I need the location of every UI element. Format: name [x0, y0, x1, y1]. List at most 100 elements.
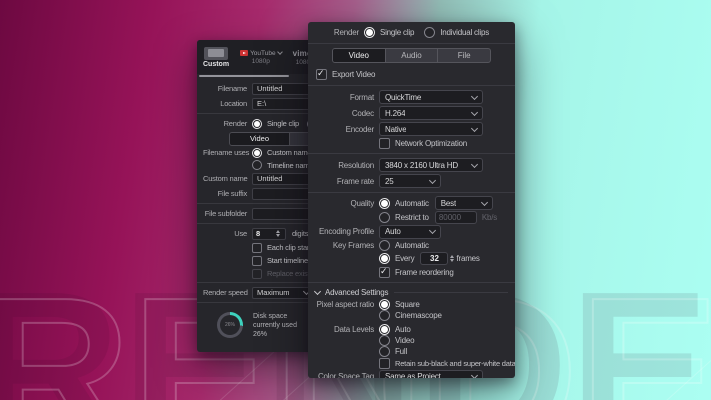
chevron-down-icon [313, 287, 322, 296]
tab-file[interactable]: File [438, 49, 490, 62]
data-levels-full-radio[interactable] [379, 346, 390, 357]
format-label: Format [349, 92, 374, 102]
divider [394, 292, 508, 293]
chevron-down-icon [480, 198, 488, 206]
advanced-settings-header[interactable]: Advanced Settings [308, 286, 515, 299]
quality-row: Quality Automatic Best [308, 196, 515, 210]
digits-suffix: digits [292, 229, 309, 238]
divider [308, 43, 515, 44]
codec-label: Codec [351, 108, 374, 118]
restrict-row: Restrict to 80000 Kb/s [308, 210, 515, 224]
preset-youtube[interactable]: YouTube 1080p [240, 49, 283, 65]
data-levels-full-label: Full [395, 347, 408, 356]
frame-reordering-checkbox[interactable] [379, 266, 390, 278]
data-levels-label: Data Levels [333, 325, 374, 334]
key-frames-automatic-radio[interactable] [379, 239, 390, 251]
encoding-profile-label: Encoding Profile [318, 227, 374, 236]
key-frames-automatic-label: Automatic [395, 240, 429, 250]
render-speed-dropdown[interactable]: Maximum [252, 286, 314, 299]
every-frames-input[interactable]: 32 [420, 251, 449, 265]
data-levels-auto-label: Auto [395, 325, 411, 334]
youtube-icon [240, 50, 249, 56]
preset-scrollbar[interactable] [199, 75, 289, 77]
square-label: Square [395, 300, 420, 309]
back-single-clip-radio[interactable] [252, 118, 262, 129]
chevron-down-icon [428, 176, 437, 184]
restrict-input[interactable]: 80000 [434, 210, 477, 224]
color-space-tag-row: Color Space Tag Same as Project [308, 369, 515, 378]
codec-dropdown[interactable]: H.264 [379, 106, 483, 120]
resolution-label: Resolution [338, 160, 374, 170]
retain-checkbox[interactable] [379, 357, 390, 369]
key-frames-every-row: Every 32 frames [308, 251, 515, 265]
data-levels-group: Data Levels Auto Video Full [308, 324, 515, 357]
square-radio[interactable] [379, 299, 390, 310]
replace-existing-checkbox[interactable] [252, 268, 262, 279]
back-tab-video[interactable]: Video [230, 132, 290, 145]
individual-clips-radio[interactable] [424, 27, 436, 38]
tab-video[interactable]: Video [333, 49, 386, 62]
data-levels-auto-radio[interactable] [379, 324, 390, 335]
start-timeline-label: Start timeline [267, 256, 308, 265]
filename-label: Filename [217, 84, 247, 93]
export-video-label: Export Video [332, 70, 376, 79]
key-frames-every-radio[interactable] [379, 252, 390, 264]
color-space-tag-dropdown[interactable]: Same as Project [379, 369, 483, 378]
resolution-dropdown[interactable]: 3840 x 2160 Ultra HD [379, 158, 483, 172]
back-render-label: Render [223, 119, 248, 128]
divider [308, 85, 515, 86]
network-optimization-checkbox[interactable] [379, 138, 390, 149]
network-optimization-row: Network Optimization [308, 137, 515, 150]
filename-uses-label: Filename uses [203, 148, 250, 157]
pixel-aspect-label: Pixel aspect ratio [316, 300, 375, 309]
render-settings-panel: Render Single clip Individual clips Vide… [308, 22, 515, 378]
preset-youtube-sub: 1080p [251, 57, 270, 65]
codec-row: Codec H.264 [308, 105, 515, 121]
data-levels-video-label: Video [395, 336, 415, 345]
quality-automatic-label: Automatic [395, 198, 429, 208]
frame-reordering-label: Frame reordering [395, 267, 454, 277]
single-clip-radio[interactable] [363, 27, 375, 38]
restrict-radio[interactable] [379, 211, 390, 223]
chevron-down-icon [470, 124, 479, 132]
custom-name-radio[interactable] [252, 147, 262, 158]
start-timeline-checkbox[interactable] [252, 255, 262, 266]
network-optimization-label: Network Optimization [395, 139, 468, 148]
restrict-label: Restrict to [395, 212, 429, 222]
location-label: Location [220, 99, 247, 108]
quality-dropdown[interactable]: Best [434, 196, 493, 210]
chevron-down-icon [470, 371, 479, 378]
preset-custom[interactable]: Custom [203, 46, 230, 68]
cinemascope-radio[interactable] [379, 310, 390, 321]
custom-name-label: Custom name [203, 174, 248, 183]
divider [308, 192, 515, 193]
format-dropdown[interactable]: QuickTime [379, 90, 483, 104]
disk-space-text: Disk space currently used 26% [253, 312, 297, 338]
encoding-profile-dropdown[interactable]: Auto [379, 224, 441, 239]
chevron-down-icon [470, 160, 479, 168]
tab-audio[interactable]: Audio [386, 49, 439, 62]
retain-row: Retain sub-black and super-white data [308, 357, 515, 369]
quality-automatic-radio[interactable] [379, 197, 390, 209]
data-levels-video-radio[interactable] [379, 335, 390, 346]
every-label: Every [395, 253, 415, 263]
digits-stepper[interactable]: 8 [252, 227, 286, 240]
encoder-dropdown[interactable]: Native [379, 122, 483, 136]
quality-label: Quality [350, 198, 375, 208]
frame-reordering-row: Frame reordering [308, 265, 515, 279]
disk-usage-gauge: 26% [217, 312, 243, 338]
frame-rate-dropdown[interactable]: 25 [379, 174, 441, 188]
timeline-name-option: Timeline name [267, 160, 314, 170]
timeline-name-radio[interactable] [252, 160, 262, 170]
back-single-clip-label: Single clip [267, 119, 299, 128]
preset-custom-label: Custom [203, 60, 230, 68]
each-clip-checkbox[interactable] [252, 242, 262, 253]
restrict-unit: Kb/s [481, 212, 498, 222]
chevron-down-icon [470, 92, 479, 100]
export-video-checkbox[interactable] [316, 68, 327, 80]
stepper-carets[interactable] [450, 254, 455, 262]
divider [308, 153, 515, 154]
desktop-background: RENDER RENDER Custom YouTube 1080p vimeo… [0, 0, 711, 400]
key-frames-row: Key Frames Automatic [308, 239, 515, 251]
format-row: Format QuickTime [308, 89, 515, 105]
